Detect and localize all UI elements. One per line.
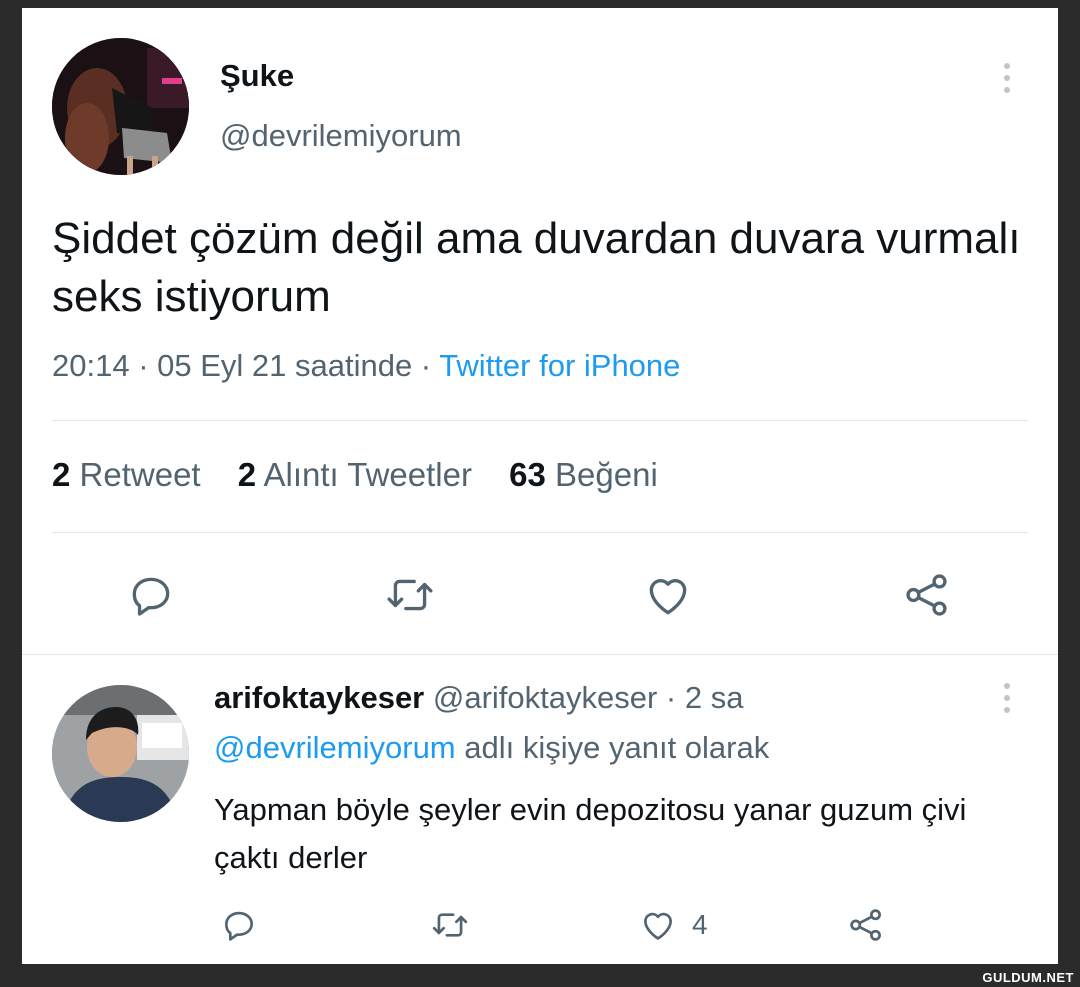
- reply-time[interactable]: · 2 sa: [657, 680, 744, 715]
- tweet-card: Şuke @devrilemiyorum Şiddet çözüm değil …: [22, 8, 1058, 964]
- reply-like-count: 4: [692, 909, 708, 940]
- like-icon: [649, 579, 687, 615]
- tweet-text: Şiddet çözüm değil ama duvardan duvara v…: [52, 214, 1021, 321]
- reply-header: arifoktaykeser @arifoktaykeser · 2 sa: [214, 680, 743, 716]
- reply-icon: [132, 577, 170, 616]
- replying-to-mention[interactable]: @devrilemiyorum: [214, 730, 456, 765]
- more-options-icon[interactable]: [992, 58, 1022, 98]
- share-icon: [850, 909, 881, 941]
- tweet-meta: 20:14 · 05 Eyl 21 saatinde · Twitter for…: [52, 348, 680, 384]
- avatar[interactable]: [52, 38, 189, 175]
- like-button[interactable]: [642, 570, 694, 620]
- reply-text: Yapman böyle şeyler evin depozitosu yana…: [214, 792, 967, 875]
- likes-count: 63: [509, 456, 546, 493]
- quotes-stat[interactable]: 2 Alıntı Tweetler: [238, 456, 472, 493]
- reply-like-button[interactable]: 4: [638, 906, 708, 944]
- divider: [22, 654, 1058, 655]
- share-icon: [906, 574, 947, 616]
- reply-profile-photo: [52, 685, 189, 822]
- user-handle[interactable]: @devrilemiyorum: [220, 118, 462, 154]
- watermark: GULDUM.NET: [982, 970, 1074, 985]
- reply-button[interactable]: [126, 570, 176, 620]
- reply-handle[interactable]: @arifoktaykeser: [433, 680, 657, 715]
- profile-photo: [52, 38, 189, 175]
- retweets-count: 2: [52, 456, 71, 493]
- tweet-stats: 2 Retweet 2 Alıntı Tweetler 63 Beğeni: [52, 456, 686, 494]
- display-name[interactable]: Şuke: [220, 58, 294, 94]
- reply-retweet-button[interactable]: [428, 906, 472, 944]
- tweet-source-link[interactable]: Twitter for iPhone: [439, 348, 680, 383]
- share-button[interactable]: [902, 570, 952, 620]
- divider: [52, 420, 1028, 421]
- quotes-count: 2: [237, 456, 257, 493]
- quotes-label: Alıntı Tweetler: [263, 456, 472, 493]
- like-icon: [643, 912, 673, 940]
- retweets-label: Retweet: [79, 456, 201, 493]
- replying-to-label: adlı kişiye yanıt olarak: [455, 730, 770, 765]
- divider: [52, 532, 1028, 533]
- likes-label: Beğeni: [555, 456, 658, 493]
- reply-reply-button[interactable]: [220, 906, 258, 944]
- reply-display-name[interactable]: arifoktaykeser: [214, 680, 424, 715]
- retweet-button[interactable]: [382, 570, 438, 620]
- reply-more-options-icon[interactable]: [992, 678, 1022, 718]
- reply-avatar[interactable]: [52, 685, 189, 822]
- tweet-timestamp[interactable]: 20:14 · 05 Eyl 21 saatinde ·: [52, 348, 439, 383]
- replying-to: @devrilemiyorum adlı kişiye yanıt olarak: [214, 730, 769, 766]
- retweet-icon: [432, 913, 468, 937]
- retweets-stat[interactable]: 2 Retweet: [52, 456, 201, 493]
- reply-icon: [224, 911, 254, 941]
- reply-share-button[interactable]: [846, 906, 886, 944]
- likes-stat[interactable]: 63 Beğeni: [509, 456, 658, 493]
- retweet-icon: [387, 579, 433, 611]
